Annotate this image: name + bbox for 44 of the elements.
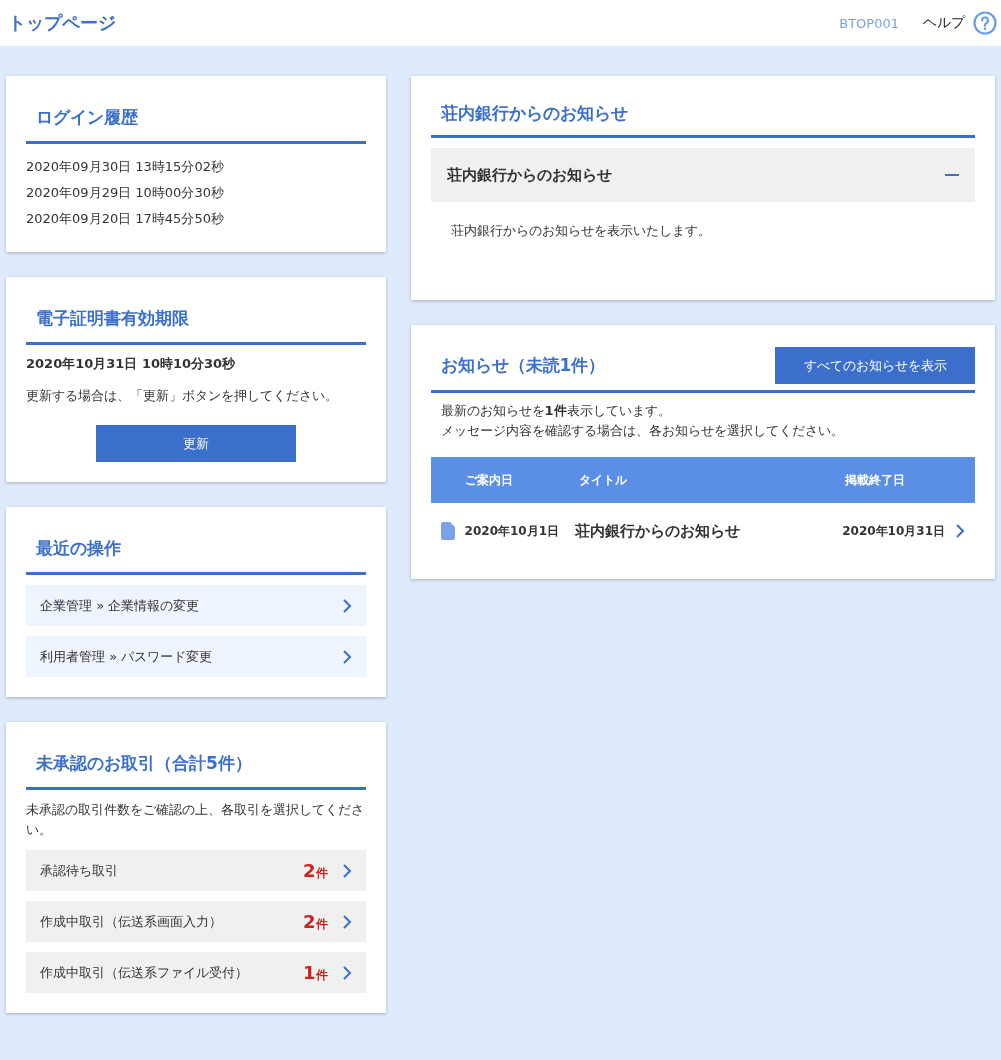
chevron-icon bbox=[341, 648, 352, 665]
recent-operation-item[interactable]: 企業管理 » 企業情報の変更 bbox=[26, 585, 366, 626]
notice-body: 荘内銀行からのお知らせを表示いたします。 bbox=[449, 222, 712, 240]
document-icon bbox=[440, 522, 455, 540]
show-all-notices-button[interactable]: すべてのお知らせを表示 bbox=[775, 347, 975, 384]
card-title: お知らせ（未読1件） bbox=[439, 354, 606, 377]
login-entry: 2020年09月30日 13時15分02秒 bbox=[26, 158, 225, 176]
pending-count: 2件 bbox=[303, 910, 328, 933]
update-button[interactable]: 更新 bbox=[95, 425, 296, 462]
pending-item[interactable]: 作成中取引（伝送系画面入力） 2件 bbox=[26, 901, 366, 942]
pending-count: 1件 bbox=[303, 961, 328, 984]
help-link[interactable]: ヘルプ bbox=[923, 14, 965, 32]
pending-note: 未承認の取引件数をご確認の上、各取引を選択してください。 bbox=[26, 801, 365, 839]
page-title: トップページ bbox=[8, 11, 116, 35]
chevron-icon bbox=[341, 597, 352, 614]
notice-info-text: 最新のお知らせを1件表示しています。 bbox=[440, 402, 672, 420]
help-icon[interactable] bbox=[973, 11, 997, 35]
pending-count: 2件 bbox=[303, 859, 328, 882]
notice-title-link[interactable]: 荘内銀行からのお知らせ bbox=[575, 521, 833, 541]
pending-item[interactable]: 作成中取引（伝送系ファイル受付） 1件 bbox=[26, 952, 366, 993]
card-title: 荘内銀行からのお知らせ bbox=[430, 98, 975, 138]
table-cell: 2020年10月31日 bbox=[842, 522, 945, 540]
column-header: タイトル bbox=[578, 471, 628, 489]
card-title: 未承認のお取引（合計5件） bbox=[26, 744, 366, 790]
collapse-icon bbox=[945, 173, 959, 177]
chevron-icon[interactable] bbox=[955, 523, 965, 539]
login-entry: 2020年09月20日 17時45分50秒 bbox=[26, 210, 225, 228]
card-title: 電子証明書有効期限 bbox=[26, 299, 366, 345]
table-cell: 2020年10月1日 bbox=[464, 522, 560, 540]
recent-operation-item[interactable]: 利用者管理 » パスワード変更 bbox=[26, 636, 366, 677]
chevron-icon bbox=[341, 862, 352, 879]
chevron-icon bbox=[341, 913, 352, 930]
accordion-header[interactable]: 荘内銀行からのお知らせ bbox=[430, 148, 975, 202]
update-note: 更新する場合は、「更新」ボタンを押してください。 bbox=[26, 387, 339, 405]
notice-info-text: メッセージ内容を確認する場合は、各お知らせを選択してください。 bbox=[440, 422, 845, 440]
column-header: ご案内日 bbox=[464, 471, 514, 489]
chevron-icon bbox=[341, 964, 352, 981]
card-title: ログイン履歴 bbox=[26, 98, 366, 144]
screen-id: BTOP001 bbox=[839, 15, 899, 31]
expiry-date: 2020年10月31日 10時10分30秒 bbox=[26, 355, 237, 373]
column-header: 掲載終了日 bbox=[845, 471, 906, 489]
login-entry: 2020年09月29日 10時00分30秒 bbox=[26, 184, 225, 202]
card-title: 最近の操作 bbox=[26, 529, 366, 575]
pending-item[interactable]: 承認待ち取引 2件 bbox=[26, 850, 366, 891]
